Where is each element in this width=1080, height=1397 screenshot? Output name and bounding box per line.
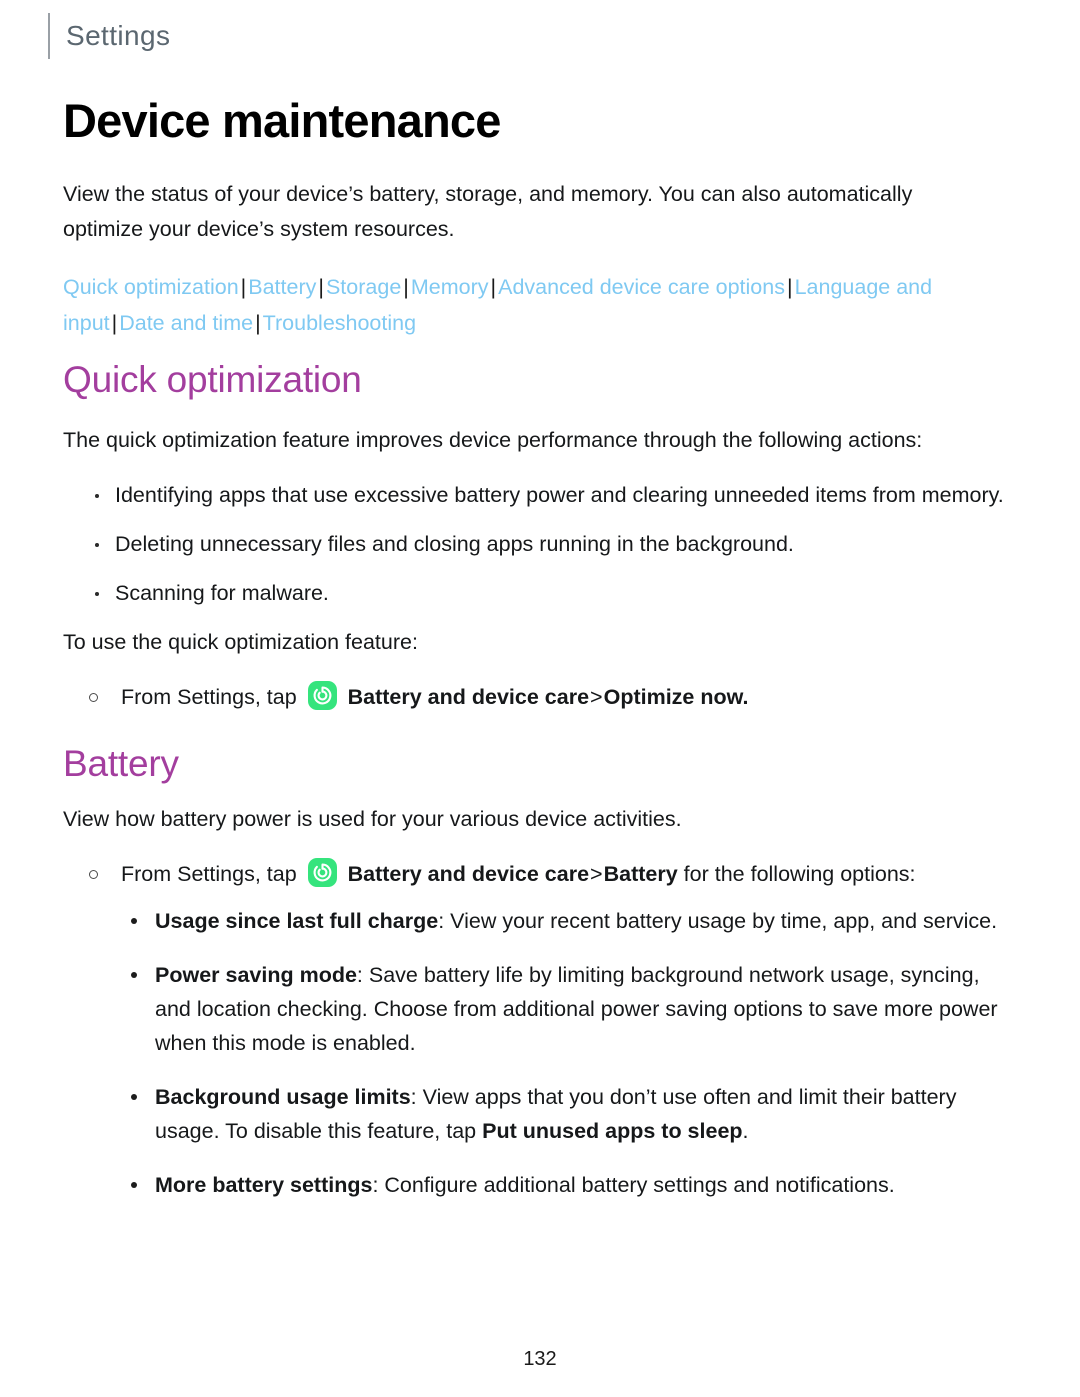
- section-links: Quick optimization|Battery|Storage|Memor…: [63, 269, 963, 341]
- link-separator: |: [403, 274, 409, 299]
- bullet-dot-icon: [131, 917, 137, 924]
- step-prefix: From Settings, tap: [121, 861, 297, 886]
- list-item: Identifying apps that use excessive batt…: [63, 478, 1021, 513]
- bullet-circle-icon: [89, 693, 98, 703]
- chevron-separator: >: [590, 861, 603, 886]
- list-item: Deleting unnecessary files and closing a…: [63, 527, 1021, 562]
- battery-options-list: Usage since last full charge: View your …: [63, 904, 1021, 1202]
- bullet-dot-icon: [131, 1093, 137, 1100]
- bullet-dot-icon: [131, 971, 137, 978]
- page-header: Settings: [48, 13, 171, 59]
- list-item: Background usage limits: View apps that …: [63, 1080, 1021, 1148]
- link-separator: |: [255, 310, 261, 335]
- step-bold-path: Battery and device care: [347, 685, 590, 710]
- header-divider-rule: [48, 13, 50, 59]
- option-text: : Configure additional battery settings …: [372, 1172, 895, 1197]
- link-separator: |: [786, 274, 793, 299]
- link-separator: |: [111, 310, 118, 335]
- link-separator: |: [490, 274, 497, 299]
- step-prefix: From Settings, tap: [121, 685, 297, 710]
- option-text: : View your recent battery usage by time…: [438, 908, 998, 933]
- link-troubleshooting[interactable]: Troubleshooting: [263, 311, 416, 335]
- quick-optimization-intro: The quick optimization feature improves …: [63, 428, 923, 453]
- intro-paragraph: View the status of your device’s battery…: [63, 181, 913, 241]
- bullet-circle-icon: [89, 869, 98, 879]
- quick-optimization-bullet-list: Identifying apps that use excessive batt…: [63, 478, 1021, 611]
- link-storage[interactable]: Storage: [326, 275, 401, 299]
- link-separator: |: [240, 274, 247, 299]
- document-page: Settings Device maintenance View the sta…: [0, 0, 1080, 1397]
- link-advanced-device-care-options[interactable]: Advanced device care options: [498, 275, 785, 299]
- list-item-text: Scanning for malware.: [115, 581, 329, 606]
- battery-step-list: From Settings, tap Battery and device ca…: [63, 857, 1021, 892]
- bullet-dot-icon: [131, 1181, 137, 1188]
- section-heading-quick-optimization: Quick optimization: [63, 358, 362, 400]
- list-item: From Settings, tap Battery and device ca…: [63, 857, 1021, 892]
- bullet-dot-icon: [95, 543, 99, 548]
- option-bold-inline: Put unused apps to sleep: [482, 1118, 743, 1143]
- content-column: Device maintenance View the status of yo…: [63, 94, 1021, 1222]
- step-suffix: for the following options:: [683, 861, 916, 886]
- link-memory[interactable]: Memory: [411, 275, 489, 299]
- option-label: Background usage limits: [155, 1084, 411, 1109]
- bullet-dot-icon: [95, 592, 99, 597]
- link-quick-optimization[interactable]: Quick optimization: [63, 275, 239, 299]
- list-item: More battery settings: Configure additio…: [63, 1168, 1021, 1202]
- battery-intro: View how battery power is used for your …: [63, 806, 682, 831]
- quick-optimization-lead-in: To use the quick optimization feature:: [63, 630, 418, 655]
- option-label: Usage since last full charge: [155, 908, 439, 933]
- link-separator: |: [318, 274, 324, 299]
- chevron-separator: >: [590, 685, 603, 710]
- battery-device-care-icon: [307, 857, 337, 887]
- section-heading-battery: Battery: [63, 743, 179, 785]
- list-item-text: Identifying apps that use excessive batt…: [115, 483, 1004, 508]
- list-item: Usage since last full charge: View your …: [63, 904, 1021, 938]
- option-label: More battery settings: [155, 1172, 373, 1197]
- list-item: From Settings, tap Battery and device ca…: [63, 680, 1021, 715]
- bullet-dot-icon: [95, 494, 99, 499]
- list-item: Power saving mode: Save battery life by …: [63, 958, 1021, 1060]
- step-bold-target: Optimize now.: [603, 685, 749, 710]
- step-bold-path: Battery and device care: [347, 861, 590, 886]
- list-item: Scanning for malware.: [63, 576, 1021, 611]
- step-bold-target: Battery: [603, 861, 678, 886]
- option-label: Power saving mode: [155, 962, 357, 987]
- page-title: Device maintenance: [63, 94, 501, 147]
- battery-device-care-icon: [307, 681, 337, 711]
- link-battery[interactable]: Battery: [248, 275, 316, 299]
- page-number: 132: [523, 1348, 557, 1370]
- list-item-text: Deleting unnecessary files and closing a…: [115, 532, 794, 557]
- option-text-after: .: [742, 1118, 749, 1143]
- header-title: Settings: [66, 20, 171, 51]
- quick-optimization-step-list: From Settings, tap Battery and device ca…: [63, 680, 1021, 715]
- link-date-and-time[interactable]: Date and time: [119, 311, 253, 335]
